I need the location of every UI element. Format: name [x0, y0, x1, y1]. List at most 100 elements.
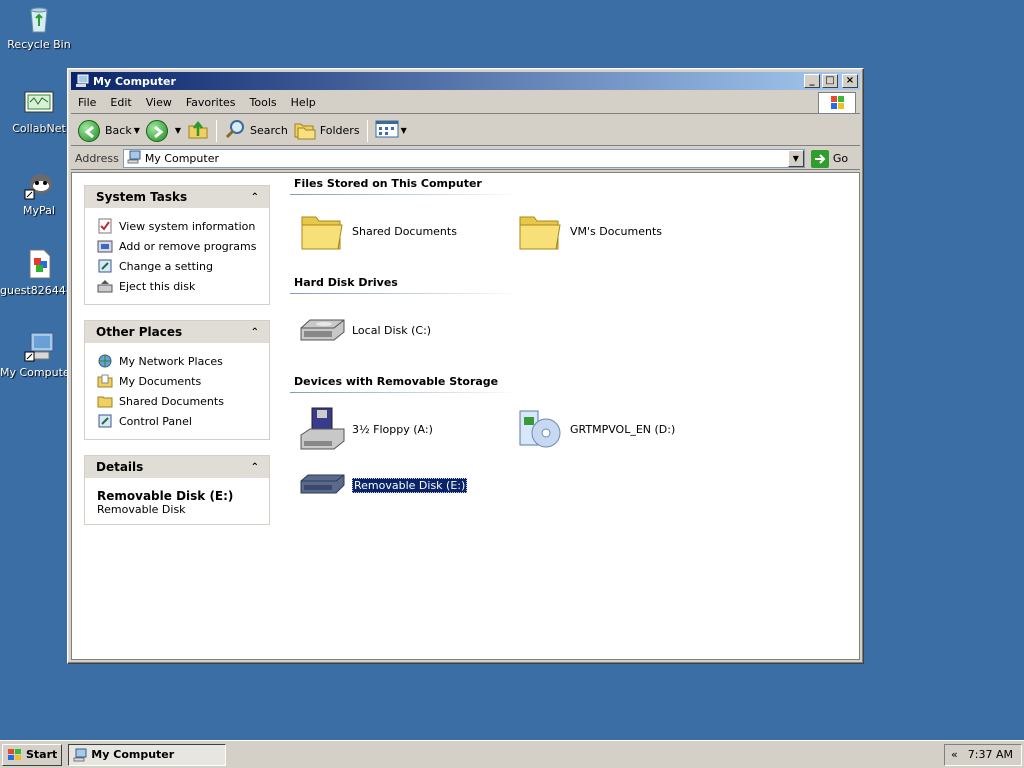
dropdown-arrow-icon[interactable]: ▼ [134, 126, 140, 135]
menu-favorites[interactable]: Favorites [179, 96, 243, 109]
place-my-documents[interactable]: My Documents [97, 371, 269, 391]
floppy-drive-icon [298, 405, 346, 453]
item-label: GRTMPVOL_EN (D:) [570, 422, 676, 436]
item-cd-d[interactable]: GRTMPVOL_EN (D:) [516, 405, 675, 453]
folder-icon [298, 207, 346, 255]
place-shared-documents[interactable]: Shared Documents [97, 391, 269, 411]
item-floppy-a[interactable]: 3½ Floppy (A:) [298, 405, 433, 453]
forward-arrow-icon [145, 119, 168, 142]
group-header-files-stored: Files Stored on This Computer [290, 177, 520, 195]
go-label: Go [832, 152, 849, 165]
folders-button[interactable]: Folders [291, 118, 363, 144]
views-icon [375, 119, 399, 142]
menu-help[interactable]: Help [284, 96, 323, 109]
group-header-removable: Devices with Removable Storage [290, 375, 520, 393]
item-vms-documents[interactable]: VM's Documents [516, 207, 662, 255]
dropdown-arrow-icon[interactable]: ▼ [401, 126, 407, 135]
place-label: My Network Places [119, 354, 223, 368]
up-button[interactable] [184, 118, 212, 144]
group-divider [290, 194, 520, 195]
item-label: Local Disk (C:) [352, 323, 432, 337]
place-control-panel[interactable]: Control Panel [97, 411, 269, 431]
group-title: Files Stored on This Computer [294, 177, 482, 190]
task-eject-disk[interactable]: Eject this disk [97, 276, 269, 296]
address-field[interactable]: My Computer ▼ [122, 149, 805, 168]
add-remove-programs-icon [97, 238, 113, 254]
item-label: 3½ Floppy (A:) [352, 422, 433, 436]
start-button[interactable]: Start [2, 743, 63, 766]
system-information-icon [97, 218, 113, 234]
back-arrow-icon [78, 119, 100, 142]
window-title: My Computer [93, 74, 176, 88]
back-button[interactable]: Back ▼ [75, 118, 143, 144]
my-computer-icon [127, 150, 141, 167]
windows-logo-icon [818, 92, 856, 114]
tray-expand-arrow[interactable]: « [951, 748, 958, 761]
search-button[interactable]: Search [221, 118, 291, 144]
title-bar[interactable]: My Computer _ □ × [71, 72, 860, 90]
place-label: Control Panel [119, 414, 192, 428]
details-header[interactable]: Details ⌃ [85, 456, 269, 478]
menu-edit[interactable]: Edit [103, 96, 138, 109]
task-label: Eject this disk [119, 279, 196, 293]
my-computer-icon [23, 330, 55, 362]
eject-icon [97, 278, 113, 294]
windows-flag-icon [7, 748, 23, 762]
collapse-chevron-icon[interactable]: ⌃ [251, 462, 259, 473]
item-local-disk-c[interactable]: Local Disk (C:) [298, 306, 431, 354]
task-add-remove-programs[interactable]: Add or remove programs [97, 236, 269, 256]
task-label: Change a setting [119, 259, 213, 273]
menu-file[interactable]: File [71, 96, 103, 109]
content-area: System Tasks ⌃ View system information A… [71, 172, 860, 660]
system-tasks-header[interactable]: System Tasks ⌃ [85, 186, 269, 208]
toolbar-separator [216, 119, 218, 142]
group-header-hard-disks: Hard Disk Drives [290, 276, 520, 294]
address-label: Address [75, 152, 119, 165]
pane-title: Details [96, 460, 144, 474]
details-item-name: Removable Disk (E:) [97, 489, 234, 503]
clock: 7:37 AM [967, 748, 1013, 761]
group-title: Devices with Removable Storage [294, 375, 499, 388]
go-button[interactable]: Go [810, 149, 849, 168]
toolbar-separator [366, 119, 368, 142]
collabnet-icon [23, 86, 55, 118]
system-tray: « 7:37 AM [944, 743, 1022, 766]
my-documents-icon [97, 373, 113, 389]
dropdown-arrow-icon[interactable]: ▼ [175, 126, 181, 135]
task-label: Add or remove programs [119, 239, 257, 253]
hard-disk-icon [298, 306, 346, 354]
address-bar: Address My Computer ▼ Go [71, 148, 860, 170]
pane-title: Other Places [96, 325, 183, 339]
folder-icon [516, 207, 564, 255]
my-computer-window: My Computer _ □ × File Edit View Favorit… [67, 68, 864, 664]
task-view-system-information[interactable]: View system information [97, 216, 269, 236]
close-button[interactable]: × [842, 74, 858, 88]
views-button[interactable]: ▼ [372, 118, 410, 144]
search-label: Search [250, 124, 288, 137]
folder-up-icon [187, 118, 209, 143]
desktop-icon-recycle-bin[interactable]: Recycle Bin [0, 2, 78, 51]
desktop-icon-label: Recycle Bin [7, 38, 71, 51]
folder-icon [97, 393, 113, 409]
cd-drive-icon [516, 405, 564, 453]
place-my-network-places[interactable]: My Network Places [97, 351, 269, 371]
item-label: VM's Documents [570, 224, 662, 238]
menu-view[interactable]: View [139, 96, 179, 109]
forward-button[interactable]: ▼ [143, 118, 184, 144]
maximize-button[interactable]: □ [822, 74, 838, 88]
address-dropdown-button[interactable]: ▼ [787, 150, 804, 167]
task-change-setting[interactable]: Change a setting [97, 256, 269, 276]
mypal-icon [23, 168, 55, 200]
item-removable-disk-e[interactable]: Removable Disk (E:) [298, 461, 468, 509]
other-places-header[interactable]: Other Places ⌃ [85, 321, 269, 343]
taskbar-item-my-computer[interactable]: My Computer [68, 743, 227, 766]
group-title: Hard Disk Drives [294, 276, 398, 289]
collapse-chevron-icon[interactable]: ⌃ [251, 192, 259, 203]
taskbar-item-label: My Computer [91, 748, 175, 761]
removable-disk-icon [298, 461, 346, 509]
collapse-chevron-icon[interactable]: ⌃ [251, 327, 259, 338]
menu-tools[interactable]: Tools [243, 96, 284, 109]
network-places-icon [97, 353, 113, 369]
item-shared-documents[interactable]: Shared Documents [298, 207, 457, 255]
minimize-button[interactable]: _ [804, 74, 820, 88]
